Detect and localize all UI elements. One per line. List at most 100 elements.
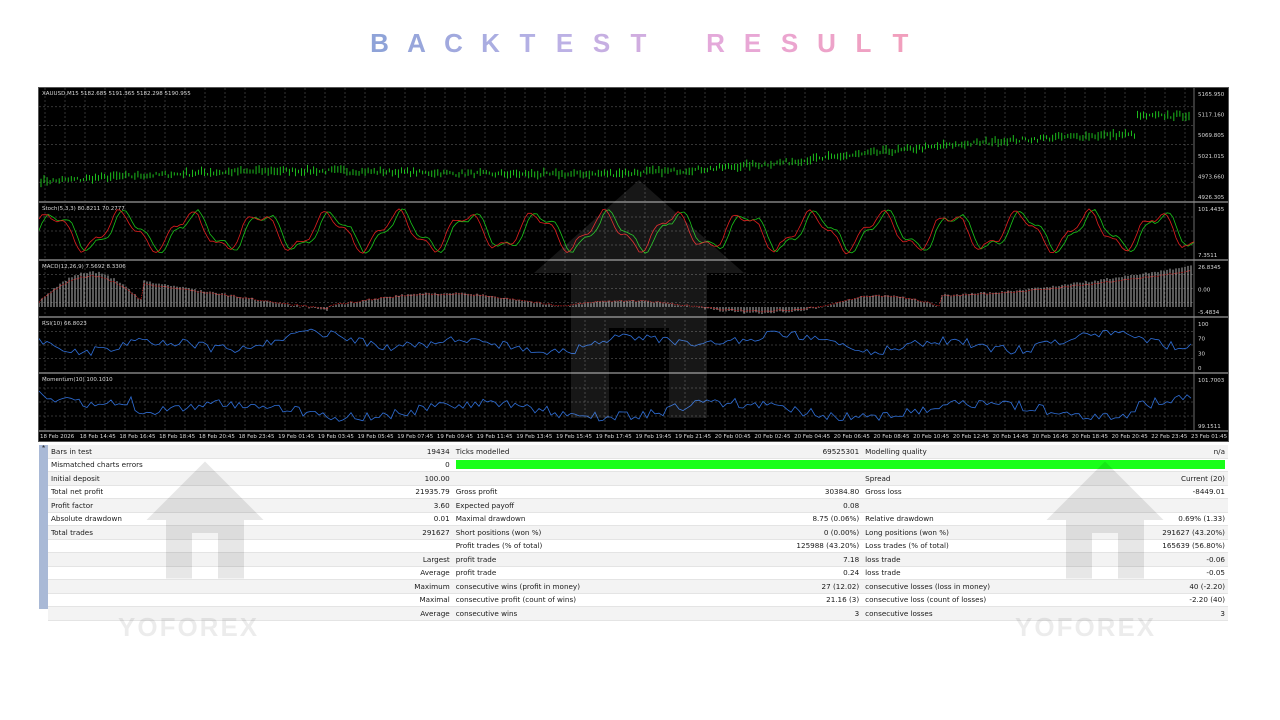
- time-axis-label: 19 Feb 11:45: [477, 434, 514, 440]
- report-label: [48, 593, 308, 607]
- report-value: -2.20 (40): [1074, 593, 1228, 607]
- price-scale-label: -5.4834: [1198, 310, 1220, 316]
- title-letter: S: [592, 28, 611, 58]
- report-label: Ticks modelled: [452, 445, 689, 459]
- title-letter: A: [407, 28, 426, 58]
- report-value: 0.24: [688, 566, 863, 580]
- time-axis-label: 20 Feb 04:45: [794, 434, 831, 440]
- title-letter: T: [892, 28, 909, 58]
- title-letter: L: [855, 28, 872, 58]
- report-value: Average: [307, 606, 453, 621]
- report-value: 3: [688, 606, 863, 621]
- time-axis-label: 19 Feb 15:45: [556, 434, 593, 440]
- report-value: 7.18: [688, 552, 863, 567]
- time-axis-label: 19 Feb 09:45: [437, 434, 474, 440]
- chart-logo-watermark: [534, 180, 744, 418]
- report-value: 291627: [307, 525, 453, 540]
- price-scale-label: 5117.160: [1198, 113, 1225, 119]
- report-value: 21.16 (3): [688, 593, 863, 607]
- time-axis-label: 20 Feb 12:45: [953, 434, 990, 440]
- report-value: 0.08: [688, 498, 863, 513]
- page-title: BACKTEST RESULT: [0, 28, 1280, 59]
- report-label: consecutive loss (count of losses): [862, 593, 1075, 607]
- logo-watermark-left: [146, 461, 264, 579]
- time-axis-label: 23 Feb 01:45: [1191, 434, 1228, 440]
- rsi-line: [39, 328, 1192, 357]
- watermark-text-right: YOFOREX: [1015, 612, 1157, 642]
- price-scale-label: 4926.305: [1198, 195, 1225, 201]
- price-scale-label: 0: [1198, 366, 1202, 372]
- time-axis-label: 19 Feb 05:45: [358, 434, 395, 440]
- price-scale-label: 7.3511: [1198, 253, 1217, 259]
- title-letter: E: [743, 28, 762, 58]
- pane-label: RSI(10) 66.8023: [42, 321, 87, 327]
- time-axis-label: 20 Feb 10:45: [913, 434, 950, 440]
- report-value: 30384.80: [688, 485, 863, 499]
- report-value: 19434: [307, 445, 453, 459]
- time-axis-label: 20 Feb 16:45: [1032, 434, 1069, 440]
- title-letter: E: [555, 28, 574, 58]
- title-letter: S: [780, 28, 799, 58]
- report-value: 8.75 (0.06%): [688, 512, 863, 526]
- report-value: 27 (12.02): [688, 579, 863, 594]
- title-letter: U: [817, 28, 836, 58]
- price-scale-label: 26.8345: [1198, 265, 1221, 271]
- report-label: profit trade: [452, 552, 689, 567]
- time-axis-label: 18 Feb 2026: [40, 434, 75, 440]
- report-value: 69525301: [688, 445, 863, 459]
- report-value: 100.00: [307, 471, 453, 486]
- report-value: Largest: [307, 552, 453, 567]
- strategy-tester-chart[interactable]: XAUUSD,M15 5182.685 5191.365 5182.298 51…: [39, 88, 1228, 441]
- report-value: 0: [307, 458, 453, 472]
- report-value: Maximum: [307, 579, 453, 594]
- report-value: 3.60: [307, 498, 453, 513]
- report-label: Profit trades (% of total): [452, 539, 689, 553]
- time-axis-label: 19 Feb 03:45: [318, 434, 355, 440]
- report-corner-marker: *: [39, 445, 48, 454]
- report-row: Maximal consecutive profit (count of wins…: [48, 593, 1228, 607]
- price-scale-label: 5021.015: [1198, 154, 1225, 160]
- report-value: 0 (0.00%): [688, 525, 863, 540]
- report-value: Average: [307, 566, 453, 580]
- time-axis-label: 18 Feb 16:45: [119, 434, 156, 440]
- chart-canvas: XAUUSD,M15 5182.685 5191.365 5182.298 51…: [39, 88, 1228, 440]
- report-label: Gross profit: [452, 485, 689, 499]
- momentum-line: [39, 390, 1192, 422]
- price-scale-label: 101.4435: [1198, 207, 1225, 213]
- report-label: Expected payoff: [452, 498, 689, 513]
- time-axis-label: 19 Feb 01:45: [278, 434, 315, 440]
- report-label: consecutive profit (count of wins): [452, 593, 689, 607]
- time-axis-label: 20 Feb 14:45: [993, 434, 1030, 440]
- price-scale-label: 100: [1198, 322, 1209, 328]
- logo-watermark-right: [1046, 461, 1164, 579]
- report-label: [452, 471, 689, 486]
- report-value: [688, 471, 863, 486]
- price-scale-label: 101.7003: [1198, 378, 1225, 384]
- price-scale-label: 4973.660: [1198, 174, 1225, 180]
- price-scale-label: 30: [1198, 351, 1205, 357]
- report-value: Maximal: [307, 593, 453, 607]
- time-axis-label: 20 Feb 02:45: [754, 434, 791, 440]
- time-axis-label: 19 Feb 07:45: [397, 434, 434, 440]
- report-value: [307, 539, 453, 553]
- report-label: consecutive wins: [452, 606, 689, 621]
- title-letter: B: [370, 28, 389, 58]
- time-axis-label: 18 Feb 14:45: [80, 434, 117, 440]
- report-value: 0.01: [307, 512, 453, 526]
- time-axis-label: 18 Feb 20:45: [199, 434, 236, 440]
- watermark-text-left: YOFOREX: [118, 612, 260, 642]
- title-letter: R: [706, 28, 725, 58]
- price-scale-label: 99.1511: [1198, 424, 1221, 430]
- pane-label: MACD(12,26,9) 7.5692 8.3306: [42, 264, 126, 270]
- time-axis-label: 18 Feb 23:45: [238, 434, 275, 440]
- time-axis-label: 19 Feb 13:45: [516, 434, 553, 440]
- time-axis-label: 20 Feb 18:45: [1072, 434, 1109, 440]
- time-axis-label: 22 Feb 23:45: [1151, 434, 1188, 440]
- time-axis-label: 20 Feb 06:45: [834, 434, 871, 440]
- price-scale-label: 5165.950: [1198, 92, 1225, 98]
- pane-label: XAUUSD,M15 5182.685 5191.365 5182.298 51…: [42, 91, 191, 97]
- title-letter: K: [481, 28, 500, 58]
- report-label: Maximal drawdown: [452, 512, 689, 526]
- time-axis-label: 19 Feb 17:45: [596, 434, 633, 440]
- pane-label: Stoch(5,3,3) 80.8211 70.2777: [42, 206, 125, 212]
